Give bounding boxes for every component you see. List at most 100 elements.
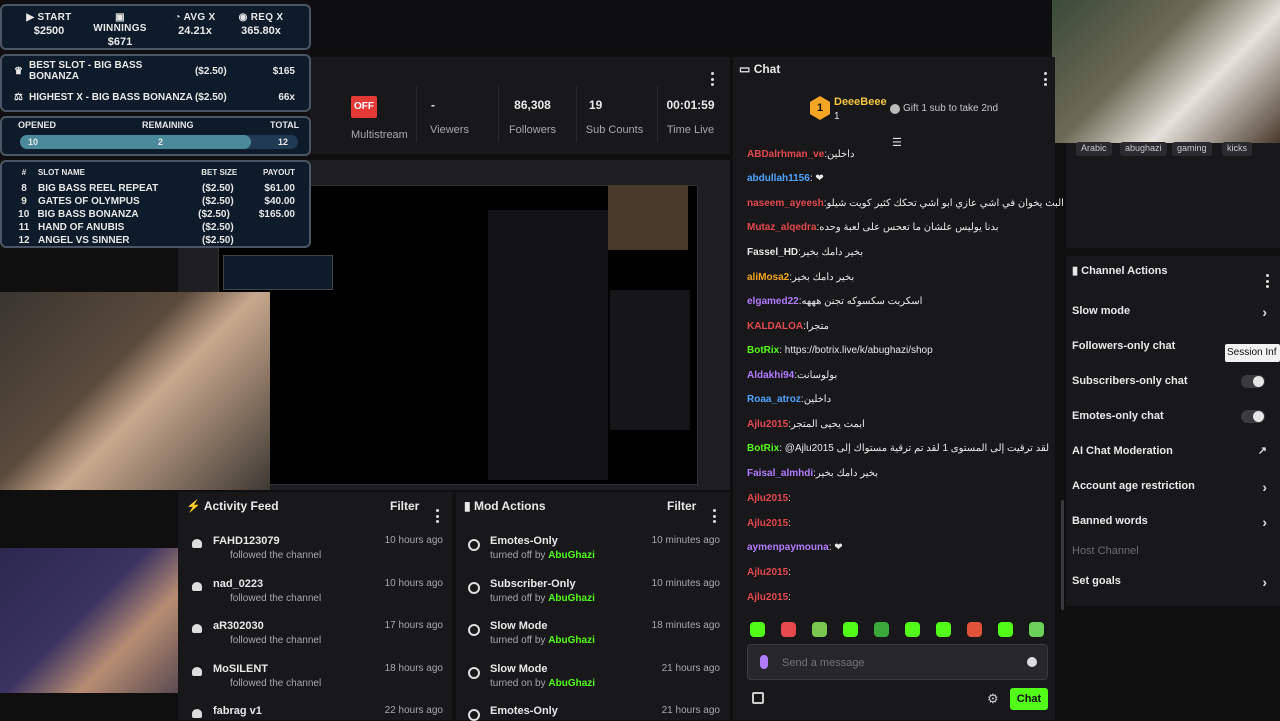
mod-filter-button[interactable]: Filter (667, 499, 696, 513)
emoji-picker-icon[interactable] (1027, 657, 1037, 667)
chat-username[interactable]: Ajlu2015 (747, 493, 788, 504)
gift-sub-prompt[interactable]: Gift 1 sub to take 2nd (903, 103, 998, 114)
chat-username[interactable]: Faisal_almhdi (747, 468, 813, 479)
chat-username[interactable]: aymenpaymouna (747, 542, 829, 553)
tags-bar (1066, 143, 1280, 248)
chat-username[interactable]: BotRix (747, 345, 779, 356)
play-icon: ▶ (26, 12, 35, 23)
mod-action-item: Emotes-Only turned off by AbuGhazi 10 minu… (490, 535, 720, 561)
age-restriction-row[interactable]: Account age restriction › (1072, 479, 1277, 495)
slot-number: 11 (18, 222, 30, 233)
chat-username[interactable]: Mutaz_alqedra (747, 222, 816, 233)
emote-icon[interactable] (750, 622, 765, 637)
emote-icon[interactable] (874, 622, 889, 637)
mod-action-by[interactable]: AbuGhazi (548, 550, 595, 561)
chat-username[interactable]: Ajlu2015 (747, 567, 788, 578)
chat-username[interactable]: aliMosa2 (747, 272, 789, 283)
chat-send-button[interactable]: Chat (1010, 688, 1048, 710)
set-goals-row[interactable]: Set goals › (1072, 574, 1277, 590)
mod-menu-icon[interactable] (712, 499, 716, 523)
chat-input-box[interactable] (747, 644, 1048, 680)
scrollbar[interactable] (1061, 500, 1064, 610)
chat-username[interactable]: Ajlu2015 (747, 419, 788, 430)
category-tag[interactable]: abughazi (1120, 142, 1167, 156)
emote-icon[interactable] (1029, 622, 1044, 637)
chat-username[interactable]: Aldakhi94 (747, 370, 794, 381)
chat-username[interactable]: Fassel_HD (747, 247, 798, 258)
activity-item: MoSILENT followed the channel 18 hours ago (213, 663, 443, 689)
store-icon[interactable] (752, 692, 764, 704)
chat-username[interactable]: ABDalrhman_ve (747, 149, 824, 160)
stream-info-menu-icon[interactable] (710, 62, 714, 86)
follower-name[interactable]: fabrag v1 (213, 705, 262, 717)
col-payout: PAYOUT (262, 168, 295, 177)
slot-bet: ($2.50) (198, 209, 230, 220)
followers-stat: 86,308 Followers (498, 86, 566, 142)
total-label: TOTAL (270, 120, 300, 130)
slot-payout: $61.00 (264, 183, 295, 194)
chat-username[interactable]: Ajlu2015 (747, 518, 788, 529)
remaining-value: 2 (158, 137, 164, 147)
activity-filter-button[interactable]: Filter (390, 499, 419, 513)
activity-action: followed the channel (230, 677, 322, 689)
emote-icon[interactable] (812, 622, 827, 637)
emote-icon[interactable] (936, 622, 951, 637)
gift-icon (890, 104, 900, 114)
follower-name[interactable]: nad_0223 (213, 578, 263, 590)
ai-moderation-row[interactable]: AI Chat Moderation ↗ (1072, 445, 1277, 457)
chat-text: : ❤ (809, 173, 824, 184)
follower-name[interactable]: FAHD123079 (213, 535, 280, 547)
slow-mode-row[interactable]: Slow mode › (1072, 304, 1277, 320)
chat-text: :بخير دامك بخير (813, 468, 879, 479)
nested-stats-overlay (223, 255, 333, 290)
ai-moderation-label: AI Chat Moderation (1072, 445, 1173, 457)
chat-username[interactable]: elgamed22 (747, 296, 799, 307)
mod-action-by[interactable]: AbuGhazi (548, 678, 595, 689)
chat-message-input[interactable] (782, 653, 1012, 673)
slot-list-header: # SLOT NAME BET SIZE PAYOUT (10, 166, 295, 179)
subscribers-only-row[interactable]: Subscribers-only chat (1072, 375, 1277, 388)
emote-icon[interactable] (781, 622, 796, 637)
emote-icon[interactable] (998, 622, 1013, 637)
chat-text: : (788, 518, 791, 529)
top-gifter-name[interactable]: DeeeBeee (834, 96, 887, 108)
streamer-webcam (0, 292, 270, 490)
mod-action-verb: turned off by (490, 592, 546, 604)
multistream-status-badge[interactable]: OFF (351, 96, 377, 118)
mod-action-item: Slow Mode turned on by AbuGhazi 21 hours a… (490, 663, 720, 689)
emote-icon[interactable] (967, 622, 982, 637)
chat-username[interactable]: naseem_ayeesh (747, 198, 824, 209)
highest-x-label: HIGHEST X - BIG BASS BONANZA (28, 91, 193, 103)
emote-icon[interactable] (843, 622, 858, 637)
follower-name[interactable]: MoSILENT (213, 663, 268, 675)
expand-leaderboard-icon[interactable]: ☰ (892, 136, 902, 149)
chat-menu-icon[interactable] (1043, 62, 1047, 86)
start-stat: ▶ START $2500 (24, 12, 74, 37)
mod-action-time: 21 hours ago (661, 662, 720, 674)
chat-username[interactable]: Roaa_atroz (747, 394, 801, 405)
channel-actions-menu-icon[interactable] (1265, 264, 1269, 288)
mod-action-by[interactable]: AbuGhazi (548, 593, 595, 604)
mod-action-verb: turned off by (490, 635, 546, 646)
emotes-only-toggle[interactable] (1241, 410, 1265, 423)
follower-name[interactable]: aR302030 (213, 620, 264, 632)
chat-username[interactable]: Ajlu2015 (747, 592, 788, 603)
emote-icon[interactable] (905, 622, 920, 637)
start-value: $2500 (33, 25, 65, 37)
activity-menu-icon[interactable] (435, 499, 439, 523)
chat-header: ▭ Chat (739, 62, 780, 76)
category-tag[interactable]: kicks (1222, 142, 1252, 156)
chat-username[interactable]: KALDALOA (747, 321, 803, 332)
slot-row: 10 BIG BASS BONANZA ($2.50) $165.00 (10, 208, 295, 221)
category-tag[interactable]: gaming (1172, 142, 1212, 156)
emotes-only-row[interactable]: Emotes-only chat (1072, 410, 1277, 423)
chat-settings-gear-icon[interactable]: ⚙ (987, 691, 999, 707)
mod-action-by[interactable]: AbuGhazi (548, 635, 595, 646)
chat-username[interactable]: abdullah1156 (747, 173, 810, 184)
mic-icon[interactable] (760, 655, 768, 669)
subscribers-only-toggle[interactable] (1241, 375, 1265, 388)
mod-action-verb: turned off by (490, 550, 546, 561)
category-tag[interactable]: Arabic (1076, 142, 1112, 156)
banned-words-row[interactable]: Banned words › (1072, 514, 1277, 530)
chat-username[interactable]: BotRix (747, 443, 779, 454)
